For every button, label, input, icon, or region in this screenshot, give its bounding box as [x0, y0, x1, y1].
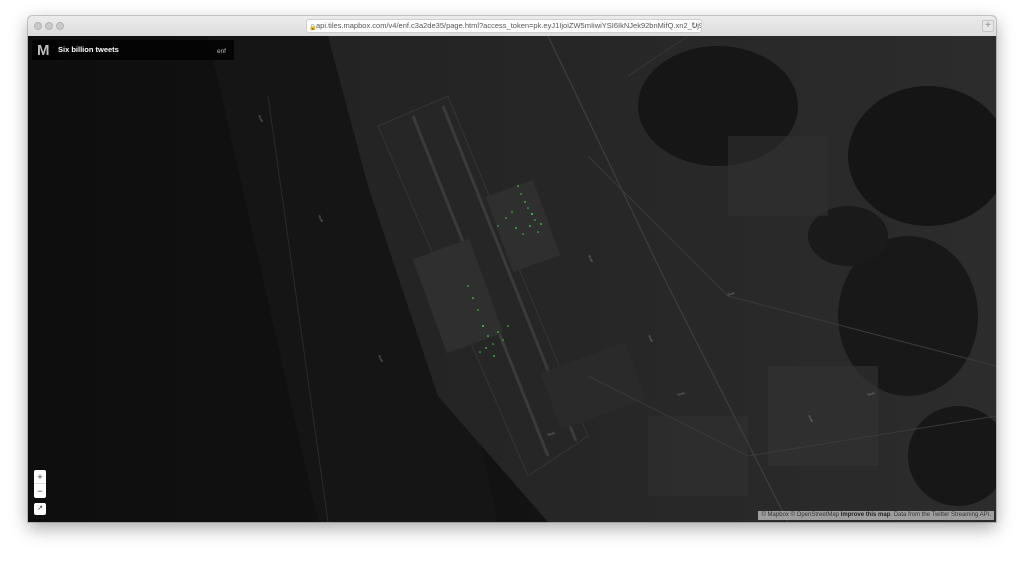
osm-attribution-link[interactable]: © OpenStreetMap — [791, 512, 839, 518]
external-link-icon[interactable]: ↗ — [34, 503, 46, 515]
urban-area — [768, 366, 878, 466]
zoom-in-button[interactable]: + — [34, 470, 46, 484]
map-header: M Six billion tweets enf — [32, 40, 234, 60]
reload-icon[interactable]: ↻ — [691, 20, 698, 32]
map-title: Six billion tweets — [58, 45, 119, 54]
urban-area — [648, 416, 748, 496]
zoom-controls: + − — [34, 470, 46, 498]
lock-icon: 🔒 — [309, 25, 317, 31]
mapbox-logo[interactable]: M — [37, 42, 49, 59]
address-bar[interactable]: 🔒 api.tiles.mapbox.com/v4/enf.c3a2de35/p… — [306, 19, 702, 33]
close-window-button[interactable] — [34, 22, 42, 30]
url-text: api.tiles.mapbox.com/v4/enf.c3a2de35/pag… — [316, 21, 702, 30]
improve-map-link[interactable]: Improve this map — [841, 512, 891, 518]
urban-area — [728, 136, 828, 216]
data-source-text: . Data from the Twitter Streaming API. — [890, 512, 991, 518]
map-owner[interactable]: enf — [217, 48, 226, 55]
map-attribution: © Mapbox © OpenStreetMap Improve this ma… — [758, 511, 994, 520]
satellite-map: Road Road Road Road Road Road Road Road … — [28, 36, 996, 522]
zoom-out-button[interactable]: − — [34, 484, 46, 498]
browser-window: 🔒 api.tiles.mapbox.com/v4/enf.c3a2de35/p… — [28, 16, 996, 522]
zoom-window-button[interactable] — [56, 22, 64, 30]
map-canvas[interactable]: Road Road Road Road Road Road Road Road … — [28, 36, 996, 522]
new-tab-button[interactable]: + — [982, 20, 994, 32]
browser-titlebar: 🔒 api.tiles.mapbox.com/v4/enf.c3a2de35/p… — [28, 16, 996, 37]
mapbox-attribution-link[interactable]: © Mapbox — [761, 512, 788, 518]
minimize-window-button[interactable] — [45, 22, 53, 30]
